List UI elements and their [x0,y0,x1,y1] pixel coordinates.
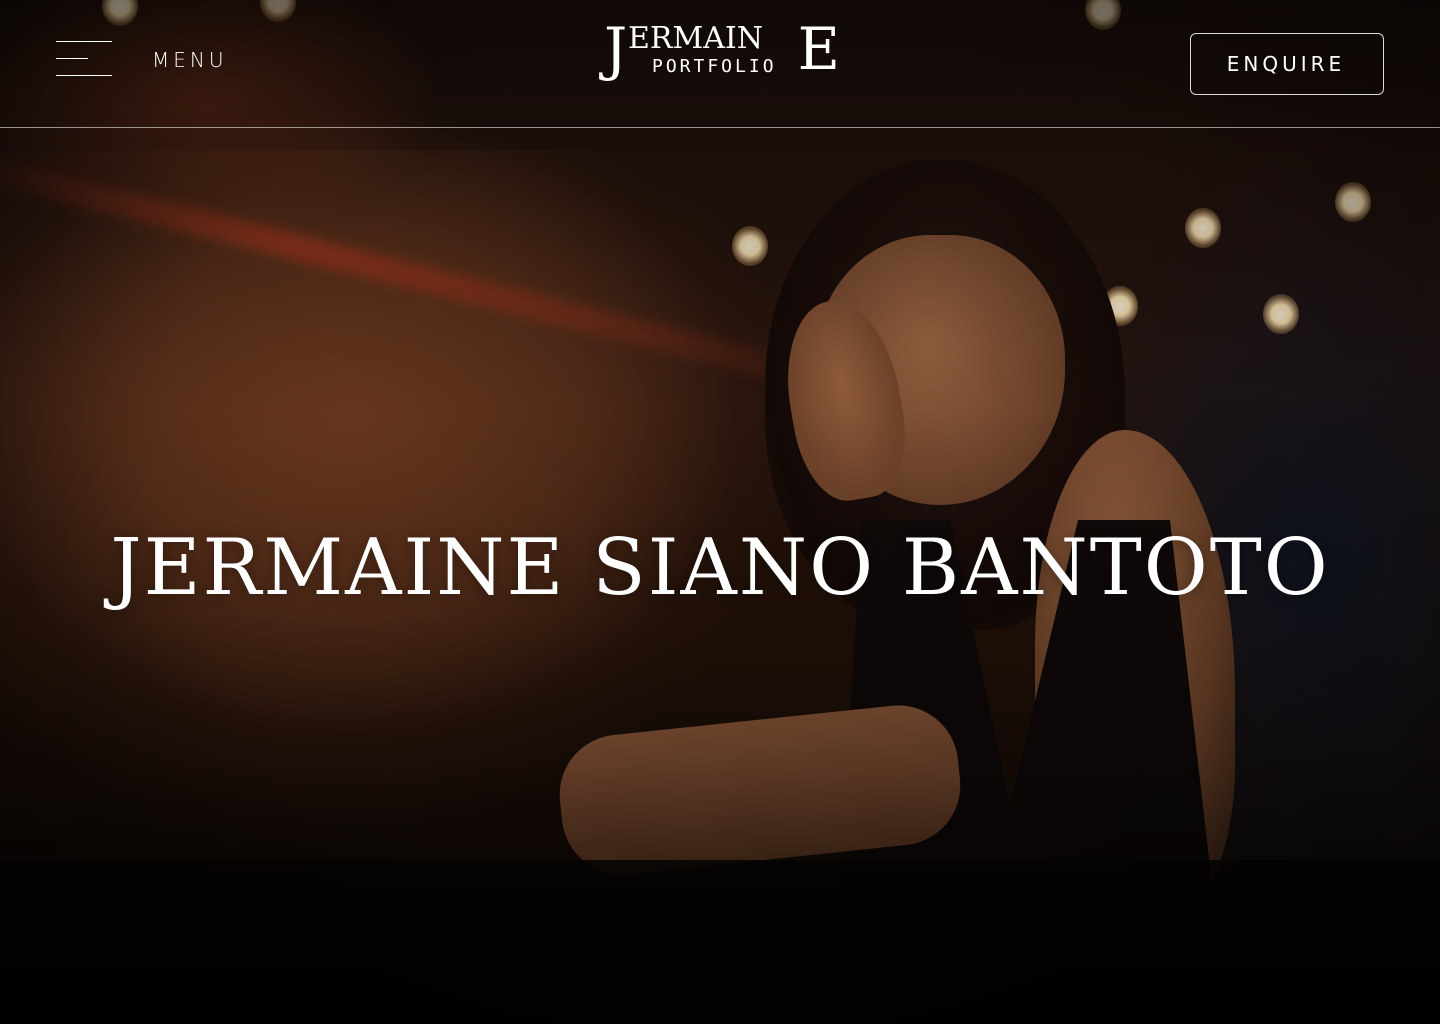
menu-button[interactable]: MENU [56,40,228,76]
menu-label[interactable]: MENU [152,48,228,72]
hamburger-line [56,41,112,42]
hero-section: MENU J ERMAIN PORTFOLIO E ENQUIRE JERMAI… [0,0,1440,1024]
logo-subtitle: PORTFOLIO [652,56,777,77]
site-header: MENU J ERMAIN PORTFOLIO E ENQUIRE [0,0,1440,128]
enquire-button[interactable]: ENQUIRE [1190,33,1384,95]
logo-initial-e: E [797,15,840,83]
hamburger-icon[interactable] [56,40,112,76]
hamburger-line [56,75,112,76]
logo-initial-j: J [604,15,628,83]
hero-title: JERMAINE SIANO BANTOTO [110,523,1330,614]
photo-vignette [0,0,1440,1024]
hero-background-photo [0,0,1440,1024]
hamburger-line [56,58,88,59]
site-logo[interactable]: J ERMAIN PORTFOLIO E [604,20,840,82]
logo-wordmark: ERMAIN [628,21,763,56]
